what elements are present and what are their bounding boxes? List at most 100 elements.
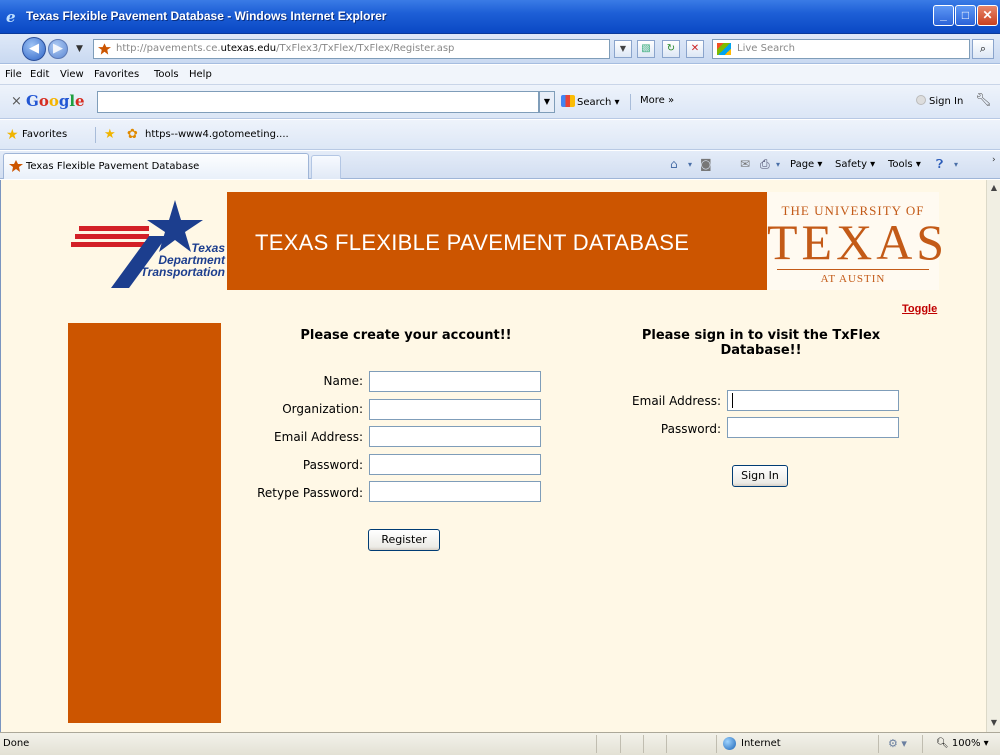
history-dropdown-icon[interactable]: ▼	[76, 44, 83, 54]
google-search-button[interactable]: Search ▾	[561, 95, 620, 108]
toolbar-separator	[630, 94, 631, 110]
register-email-input[interactable]	[369, 426, 541, 447]
home-icon[interactable]: ⌂	[670, 157, 678, 171]
close-toolbar-icon[interactable]: ×	[11, 94, 22, 109]
google-search-dropdown-icon[interactable]: ▼	[539, 91, 555, 113]
google-logo: Google	[26, 92, 85, 110]
tools-menu-button[interactable]: Tools ▾	[888, 159, 921, 170]
signin-heading-line-1: Please sign in to visit the TxFlex	[641, 328, 881, 343]
organization-input[interactable]	[369, 399, 541, 420]
scroll-down-icon[interactable]: ▼	[989, 718, 999, 727]
menu-file[interactable]: File	[5, 69, 22, 80]
sign-in-status-icon	[916, 95, 926, 105]
ut-logo-line-3: AT AUSTIN	[820, 273, 886, 285]
header-banner: TEXAS FLEXIBLE PAVEMENT DATABASE	[227, 192, 767, 290]
menu-view[interactable]: View	[60, 69, 84, 80]
minimize-button[interactable]: _	[933, 5, 954, 26]
status-panel-divider	[922, 735, 923, 753]
wrench-icon[interactable]: 🔧︎	[975, 93, 992, 108]
compatibility-view-icon[interactable]: ▧	[637, 40, 655, 58]
address-dropdown-button[interactable]: ▼	[614, 40, 632, 58]
menu-tools[interactable]: Tools	[154, 69, 179, 80]
security-zone-label[interactable]: Internet	[741, 738, 781, 749]
feeds-icon[interactable]: ◙	[700, 157, 712, 171]
google-more-button[interactable]: More »	[640, 95, 674, 106]
read-mail-icon[interactable]: ✉	[740, 157, 750, 171]
close-button[interactable]: ✕	[977, 5, 998, 26]
site-title: TEXAS FLEXIBLE PAVEMENT DATABASE	[255, 230, 690, 255]
status-bar: Done Internet ⚙ ▾ 🔍︎ 100% ▾	[0, 732, 1000, 755]
status-panel-divider	[716, 735, 717, 753]
window-title: Texas Flexible Pavement Database - Windo…	[26, 9, 387, 23]
url-path: /TxFlex3/TxFlex/TxFlex/Register.asp	[276, 43, 455, 54]
search-go-button[interactable]: ⌕	[972, 39, 994, 59]
google-search-label: Search	[577, 97, 612, 108]
retype-password-input[interactable]	[369, 481, 541, 502]
status-panel-divider	[596, 735, 597, 753]
google-sign-in-label: Sign In	[929, 96, 964, 107]
signin-heading: Please sign in to visit the TxFlex Datab…	[613, 328, 909, 358]
new-tab-button[interactable]	[311, 155, 341, 179]
tab-texas-flexible-pavement-database[interactable]: Texas Flexible Pavement Database	[3, 153, 309, 179]
refresh-button[interactable]: ↻	[662, 40, 680, 58]
address-input[interactable]: http://pavements.ce.utexas.edu/TxFlex3/T…	[93, 39, 610, 59]
zoom-level-button[interactable]: 🔍︎ 100% ▾	[936, 738, 989, 749]
page-menu-button[interactable]: Page ▾	[790, 159, 822, 170]
favorites-button[interactable]: Favorites	[22, 129, 67, 140]
txdot-line-3: of Transportation	[125, 265, 225, 279]
google-sign-in-button[interactable]: Sign In	[916, 95, 963, 107]
page-content: Texas Department of Transportation TEXAS…	[0, 180, 986, 732]
menu-help[interactable]: Help	[189, 69, 212, 80]
url-prefix: http://pavements.ce.	[116, 43, 221, 54]
chevron-right-icon[interactable]: ›	[992, 155, 996, 165]
google-search-input[interactable]	[97, 91, 539, 113]
gotomeeting-icon: ✿	[127, 127, 138, 142]
url-domain: utexas.edu	[220, 43, 277, 54]
favorites-star-icon: ★	[6, 127, 19, 143]
help-dropdown-icon[interactable]: ▾	[954, 160, 958, 169]
safety-menu-label: Safety	[835, 159, 867, 170]
tools-menu-label: Tools	[888, 159, 913, 170]
safety-menu-button[interactable]: Safety ▾	[835, 159, 875, 170]
google-search-icon	[561, 95, 575, 107]
name-input[interactable]	[369, 371, 541, 392]
print-icon[interactable]: ⎙	[760, 157, 770, 172]
register-button[interactable]: Register	[368, 529, 440, 551]
internet-zone-icon	[723, 737, 736, 750]
tab-label: Texas Flexible Pavement Database	[26, 161, 200, 172]
signin-email-input[interactable]	[727, 390, 899, 411]
toggle-link[interactable]: Toggle	[902, 303, 937, 315]
signin-password-input[interactable]	[727, 417, 899, 438]
menu-favorites[interactable]: Favorites	[94, 69, 139, 80]
register-password-label: Password:	[302, 458, 363, 472]
back-button[interactable]: ◀	[22, 37, 46, 61]
zoom-level-label: 100%	[951, 738, 981, 749]
window-title-bar[interactable]: e Texas Flexible Pavement Database - Win…	[0, 0, 1000, 34]
signin-button[interactable]: Sign In	[732, 465, 788, 487]
favorite-link-gotomeeting[interactable]: https--www4.gotomeeting....	[145, 129, 289, 140]
status-panel-divider	[878, 735, 879, 753]
register-password-input[interactable]	[369, 454, 541, 475]
ut-logo-divider	[777, 269, 929, 270]
live-search-input[interactable]: Live Search	[712, 39, 970, 59]
navigation-bar: ◀ ▶ ▼ http://pavements.ce.utexas.edu/TxF…	[0, 34, 1000, 64]
protected-mode-icon[interactable]: ⚙ ▾	[888, 737, 907, 750]
scroll-up-icon[interactable]: ▲	[989, 183, 999, 192]
ut-logo-line-2: TEXAS	[767, 214, 949, 270]
forward-button[interactable]: ▶	[48, 39, 68, 59]
menu-edit[interactable]: Edit	[30, 69, 49, 80]
print-dropdown-icon[interactable]: ▾	[776, 160, 780, 169]
txdot-logo-text: Texas Department of Transportation	[81, 242, 225, 278]
stop-button[interactable]: ✕	[686, 40, 704, 58]
vertical-scrollbar[interactable]: ▲ ▼	[986, 180, 1000, 732]
add-favorite-icon[interactable]: ★	[104, 127, 116, 142]
home-dropdown-icon[interactable]: ▾	[688, 160, 692, 169]
register-email-label: Email Address:	[274, 430, 363, 444]
page-menu-label: Page	[790, 159, 815, 170]
tab-row: Texas Flexible Pavement Database ⌂ ▾ ◙ ✉…	[0, 151, 1000, 179]
sidebar-panel	[68, 323, 221, 723]
help-icon[interactable]: ❓︎	[936, 157, 943, 172]
favorites-separator	[95, 127, 96, 143]
maximize-button[interactable]: □	[955, 5, 976, 26]
signin-heading-line-2: Database!!	[720, 343, 802, 358]
